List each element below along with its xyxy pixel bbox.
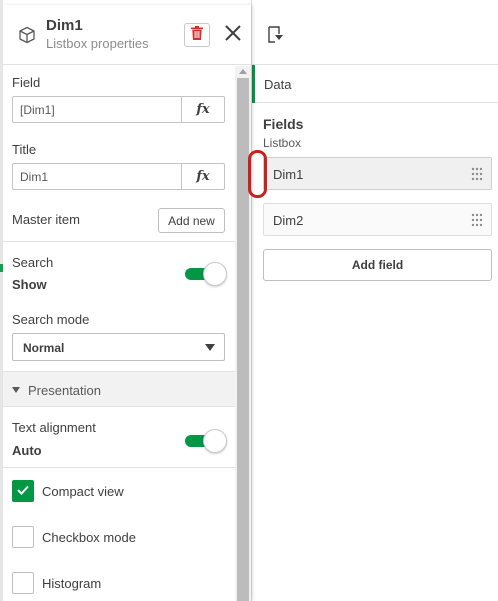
section-divider [3,241,235,242]
fields-heading: Fields [263,116,304,132]
compact-view-label: Compact view [42,484,124,499]
compact-view-checkbox[interactable] [12,480,34,502]
title-expression-button[interactable]: fx [181,164,224,189]
search-mode-selected: Normal [23,341,65,355]
close-button[interactable] [222,24,244,46]
trash-icon [191,25,203,45]
search-mode-label: Search mode [12,312,90,327]
add-field-button[interactable]: Add field [263,249,492,281]
text-alignment-label: Text alignment [12,420,96,435]
listbox-properties-panel: Dim1 Listbox properties Field [Dim1] fx … [3,5,251,601]
presentation-title: Presentation [28,383,101,398]
field-item-name: Dim1 [273,167,304,182]
add-new-master-item-button[interactable]: Add new [158,208,225,233]
tab-data[interactable]: Data [252,65,498,103]
presentation-section-header[interactable]: Presentation [3,371,235,407]
search-label: Search [12,255,54,270]
master-item-label: Master item [12,212,80,227]
fields-subheading: Listbox [263,136,302,150]
field-input-value: [Dim1] [20,103,55,117]
text-alignment-value: Auto [12,443,42,458]
checkmark-icon [17,482,29,500]
close-icon [225,24,241,46]
section-divider [3,467,235,468]
search-mode-select[interactable]: Normal [12,333,225,361]
cube-icon [18,26,36,44]
title-input[interactable]: Dim1 fx [12,163,225,190]
tab-data-label: Data [264,77,292,92]
histogram-label: Histogram [42,576,102,591]
properties-title: Dim1 [46,17,83,34]
delete-button[interactable] [184,23,210,47]
title-label: Title [12,142,37,157]
text-alignment-toggle[interactable] [185,429,227,453]
search-toggle[interactable] [185,262,227,286]
properties-header: Dim1 Listbox properties [3,5,251,65]
field-item-name: Dim2 [273,213,304,228]
checkbox-mode-label: Checkbox mode [42,530,136,545]
field-label: Field [12,75,41,90]
checkbox-mode-checkbox[interactable] [12,526,34,548]
title-input-value: Dim1 [20,170,49,184]
histogram-checkbox[interactable] [12,572,34,594]
field-input[interactable]: [Dim1] fx [12,96,225,123]
field-item-dim2[interactable]: Dim2 [263,203,492,236]
drag-handle-icon[interactable] [471,213,483,227]
tab-active-indicator [252,65,255,103]
field-expression-button[interactable]: fx [181,97,224,122]
drag-handle-icon[interactable] [471,167,483,181]
properties-toggle-icon[interactable] [266,25,286,45]
highlight-annotation [248,150,267,198]
chevron-down-icon [205,344,215,351]
scroll-up-arrow-icon[interactable] [239,69,247,74]
data-panel-toolbar [252,0,498,65]
toggle-knob [203,429,227,453]
search-value: Show [12,277,47,292]
toggle-knob [203,262,227,286]
field-item-dim1[interactable]: Dim1 [263,157,492,190]
caret-down-icon [12,387,20,393]
properties-subtitle: Listbox properties [46,36,149,51]
properties-scroll-area[interactable]: Field [Dim1] fx Title Dim1 fx Master ite… [3,66,251,601]
